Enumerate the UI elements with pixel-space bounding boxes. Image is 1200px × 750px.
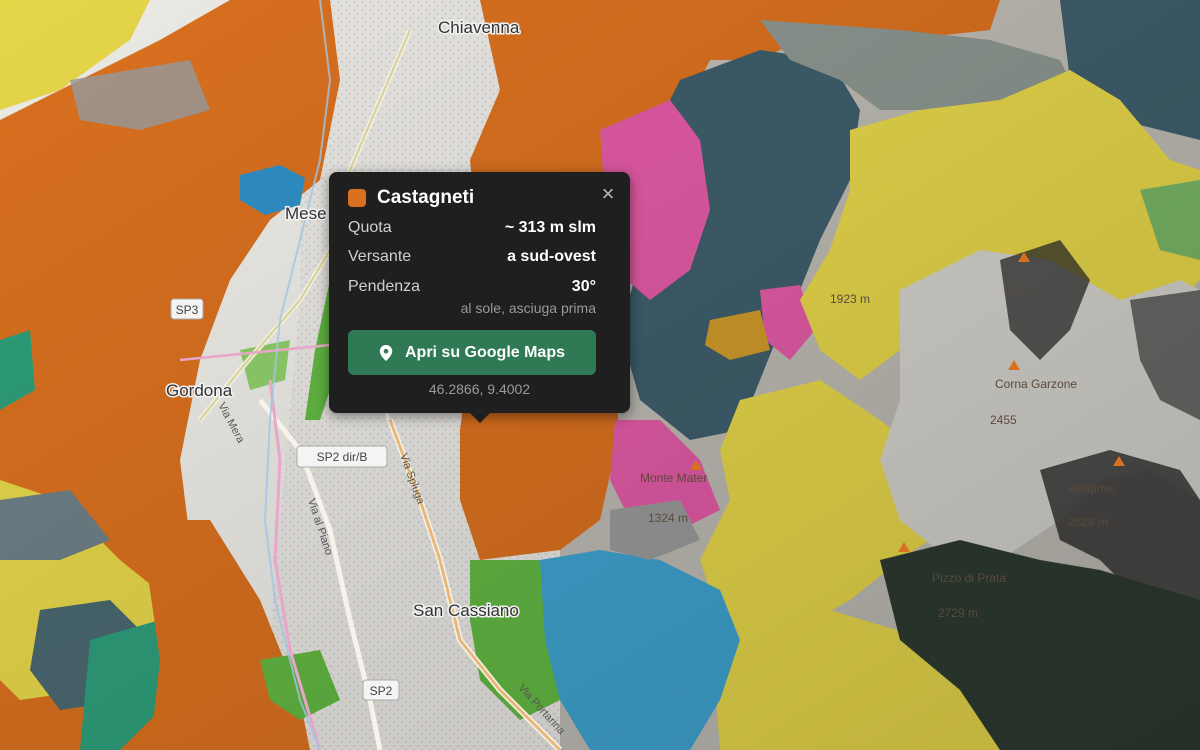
place-mese: Mese [285,204,327,223]
svg-text:2455: 2455 [990,413,1017,427]
svg-text:Pizzo di Prata: Pizzo di Prata [932,571,1006,585]
quota-value: ~ 313 m slm [504,219,596,236]
svg-text:SP2: SP2 [370,684,393,698]
svg-text:SP3: SP3 [176,303,199,317]
popup-header: Castagneti [348,186,616,210]
svg-text:2729 m: 2729 m [938,606,978,620]
road-shield-sp3: SP3 [170,298,204,320]
svg-text:SP2 dir/B: SP2 dir/B [317,450,368,464]
road-shield-sp2: SP2 [362,679,400,701]
google-maps-button-label: Apri su Google Maps [404,343,565,361]
versante-value: a sud-ovest [507,248,596,265]
road-shield-sp2dir: SP2 dir/B [296,445,388,468]
feature-popup: Castagneti × Quota ~ 313 m slm Versante … [329,172,630,423]
place-san-cassiano: San Cassiano [413,601,519,620]
forest-type-swatch [348,189,366,207]
place-gordona: Gordona [166,381,233,400]
map-pin-icon [379,344,393,361]
versante-label: Versante [348,248,412,265]
peak-1923: 1923 m [830,292,870,306]
popup-tip [469,412,491,423]
svg-text:2628 m: 2628 m [1068,515,1108,529]
exposure-note: al sole, asciuga prima [460,300,596,316]
close-icon[interactable]: × [598,183,618,205]
pendenza-value: 30° [571,278,596,295]
quota-label: Quota [348,219,392,236]
open-google-maps-button[interactable]: Apri su Google Maps [348,330,596,375]
row-versante: Versante a sud-ovest [348,246,596,268]
popup-title: Castagneti [377,187,475,208]
row-quota: Quota ~ 313 m slm [348,217,596,239]
svg-text:Corna Garzone: Corna Garzone [995,377,1077,391]
pendenza-label: Pendenza [348,278,421,295]
svg-text:Monte Mater: Monte Mater [640,471,707,485]
coordinates: 46.2866, 9.4002 [428,381,531,397]
svg-text:1324 m: 1324 m [648,511,688,525]
svg-text:antigima: antigima [1068,481,1114,495]
place-chiavenna: Chiavenna [438,18,520,37]
row-pendenza: Pendenza 30° [348,276,596,298]
svg-text:1923 m: 1923 m [830,292,870,306]
svg-text:216: 216 [1005,283,1025,297]
